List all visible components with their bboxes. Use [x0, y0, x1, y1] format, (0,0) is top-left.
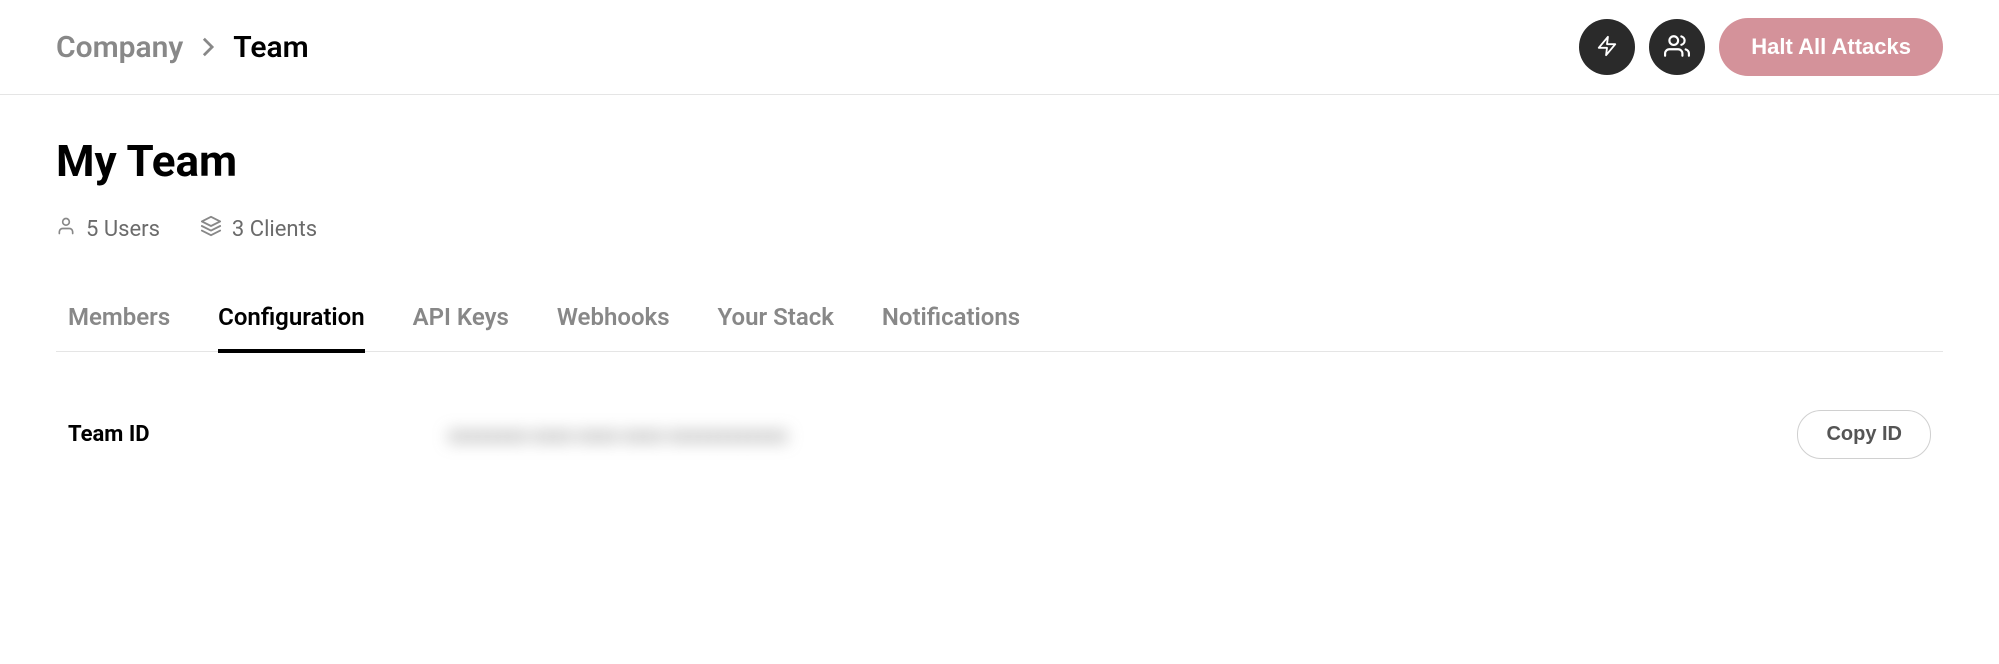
tab-configuration[interactable]: Configuration: [218, 303, 364, 353]
breadcrumb: Company Team: [56, 30, 309, 65]
tab-api-keys[interactable]: API Keys: [413, 303, 509, 353]
clients-count: 3 Clients: [232, 217, 317, 242]
tab-members[interactable]: Members: [68, 303, 170, 353]
copy-id-button[interactable]: Copy ID: [1797, 410, 1931, 459]
tab-notifications[interactable]: Notifications: [882, 303, 1020, 353]
tabs: Members Configuration API Keys Webhooks …: [56, 303, 1943, 352]
tab-webhooks[interactable]: Webhooks: [557, 303, 670, 353]
lightning-button[interactable]: [1579, 19, 1635, 75]
breadcrumb-current: Team: [233, 30, 308, 65]
user-icon: [56, 215, 76, 243]
page-title: My Team: [56, 135, 1943, 187]
chevron-right-icon: [201, 36, 215, 58]
lightning-icon: [1596, 32, 1618, 63]
team-id-row: Team ID xxxxxxxx-xxxx-xxxx-xxxx-xxxxxxxx…: [56, 392, 1943, 477]
users-button[interactable]: [1649, 19, 1705, 75]
tab-your-stack[interactable]: Your Stack: [718, 303, 834, 353]
team-id-label: Team ID: [68, 422, 448, 447]
team-id-value: xxxxxxxx-xxxx-xxxx-xxxx-xxxxxxxxxxxx: [448, 423, 1797, 447]
users-stat: 5 Users: [56, 215, 160, 243]
layers-icon: [200, 215, 222, 243]
users-icon: [1662, 33, 1692, 62]
halt-all-attacks-button[interactable]: Halt All Attacks: [1719, 18, 1943, 76]
breadcrumb-parent[interactable]: Company: [56, 30, 183, 65]
users-count: 5 Users: [86, 217, 160, 242]
clients-stat: 3 Clients: [200, 215, 317, 243]
